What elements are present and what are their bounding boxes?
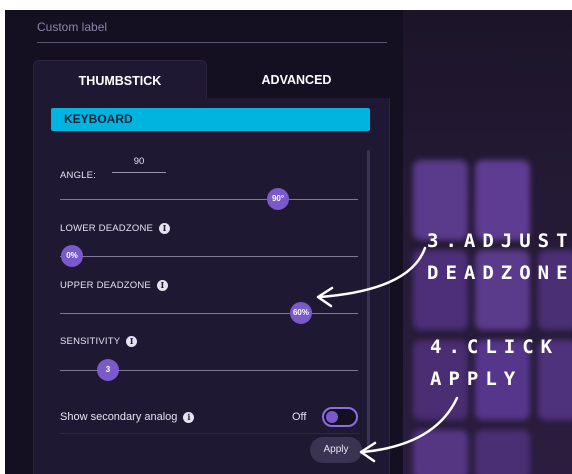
app-frame: Custom label THUMBSTICK ADVANCED KEYBOAR… xyxy=(5,10,572,474)
annotation-arrows xyxy=(316,246,459,463)
arrow-to-upper-deadzone xyxy=(318,246,427,299)
arrow-to-apply xyxy=(361,396,459,454)
